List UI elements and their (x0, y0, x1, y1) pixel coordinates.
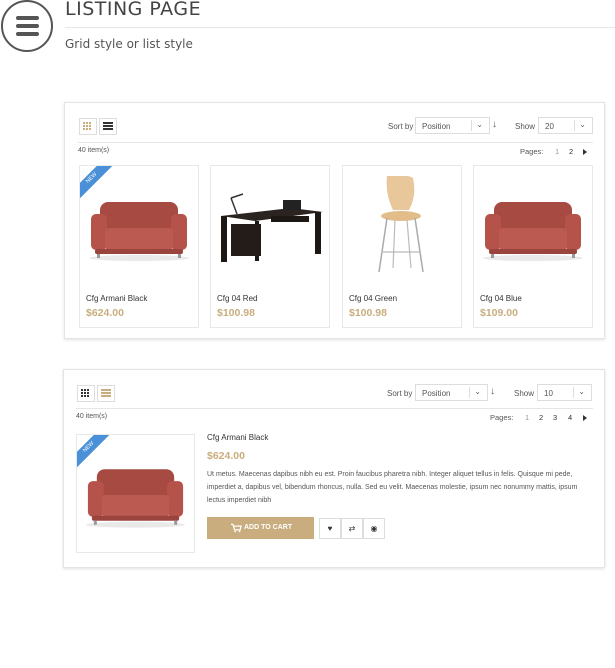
toolbar-divider (78, 142, 593, 143)
sort-direction-icon[interactable]: ↓ (492, 119, 497, 130)
product-price: $109.00 (480, 307, 518, 319)
next-page-arrow-icon[interactable] (583, 149, 587, 155)
page-link-4[interactable]: 4 (568, 413, 572, 422)
product-description: Ut metus. Maecenas dapibus nibh eu est. … (207, 471, 578, 504)
product-price: $100.98 (217, 307, 255, 319)
product-card[interactable]: NEW Cfg Armani Black $624.00 (79, 165, 199, 328)
product-image-desk[interactable] (211, 176, 329, 276)
product-name[interactable]: Cfg Armani Black (207, 433, 268, 442)
add-to-cart-label: ADD TO CART (244, 524, 293, 531)
eye-icon: ◉ (370, 524, 378, 533)
product-image-stool[interactable] (343, 176, 461, 276)
page-link-2[interactable]: 2 (569, 147, 573, 156)
compare-button[interactable]: ⇄ (341, 518, 363, 539)
list-view-icon (103, 122, 113, 131)
sort-by-select[interactable]: Position ⌄ (415, 117, 490, 134)
select-divider (573, 387, 574, 398)
page-link-1[interactable]: 1 (555, 147, 559, 156)
cart-icon (231, 523, 242, 533)
product-image-box[interactable]: NEW (76, 434, 195, 553)
product-card[interactable]: Cfg 04 Blue $109.00 (473, 165, 593, 328)
grid-view-button[interactable] (79, 118, 97, 135)
grid-view-button[interactable] (77, 385, 95, 402)
sort-by-label: Sort by (388, 122, 414, 131)
title-divider (65, 27, 615, 28)
chevron-down-icon: ⌄ (579, 120, 586, 129)
page-subtitle: Grid style or list style (65, 37, 193, 51)
next-page-arrow-icon[interactable] (583, 415, 587, 421)
quick-view-button[interactable]: ◉ (363, 518, 385, 539)
heart-icon: ♥ (327, 524, 333, 533)
wishlist-button[interactable]: ♥ (319, 518, 341, 539)
select-divider (469, 387, 470, 398)
item-count: 40 item(s) (76, 413, 108, 420)
show-label: Show (514, 389, 535, 398)
hamburger-icon-bar (16, 24, 39, 28)
sort-by-select[interactable]: Position ⌄ (415, 384, 488, 401)
grid-view-icon (83, 122, 93, 131)
product-image-sofa[interactable] (80, 176, 198, 276)
product-card[interactable]: Cfg 04 Red $100.98 (210, 165, 330, 328)
chevron-down-icon: ⌄ (474, 387, 481, 396)
sort-by-value: Position (422, 122, 451, 131)
select-divider (574, 120, 575, 131)
sort-direction-icon[interactable]: ↓ (490, 386, 495, 397)
page-link-2[interactable]: 2 (539, 413, 543, 422)
pages-label: Pages: (490, 413, 514, 422)
product-image-sofa[interactable] (474, 176, 592, 276)
compare-icon: ⇄ (348, 524, 356, 533)
toolbar-divider (76, 408, 593, 409)
list-view-button[interactable] (99, 118, 117, 135)
item-count: 40 item(s) (78, 147, 110, 154)
product-card[interactable]: Cfg 04 Green $100.98 (342, 165, 462, 328)
grid-listing-panel: Sort by Position ⌄ ↓ Show 20 ⌄ 40 item(s… (64, 102, 605, 339)
sort-by-label: Sort by (387, 389, 413, 398)
grid-view-icon (81, 389, 91, 398)
list-listing-panel: Sort by Position ⌄ ↓ Show 10 ⌄ 40 item(s… (63, 369, 605, 568)
show-count-select[interactable]: 20 ⌄ (538, 117, 593, 134)
menu-hamburger-button[interactable] (1, 0, 53, 52)
hamburger-icon-bar (16, 32, 39, 36)
page-link-1[interactable]: 1 (525, 413, 529, 422)
hamburger-icon (16, 16, 39, 20)
sort-by-value: Position (422, 389, 451, 398)
product-price: $624.00 (86, 307, 124, 319)
list-view-button[interactable] (97, 385, 115, 402)
product-name[interactable]: Cfg 04 Blue (480, 294, 522, 303)
page-link-3[interactable]: 3 (553, 413, 557, 422)
chevron-down-icon: ⌄ (578, 387, 585, 396)
product-name[interactable]: Cfg 04 Red (217, 294, 257, 303)
page-title: LISTING PAGE (65, 0, 202, 20)
pages-label: Pages: (520, 147, 544, 156)
add-to-cart-button[interactable]: ADD TO CART (207, 517, 314, 539)
product-price: $100.98 (349, 307, 387, 319)
show-count-select[interactable]: 10 ⌄ (537, 384, 592, 401)
show-count-value: 20 (545, 122, 554, 131)
chevron-down-icon: ⌄ (476, 120, 483, 129)
show-count-value: 10 (544, 389, 553, 398)
product-name[interactable]: Cfg 04 Green (349, 294, 397, 303)
show-label: Show (515, 122, 536, 131)
product-image-sofa[interactable] (77, 443, 194, 543)
product-name[interactable]: Cfg Armani Black (86, 294, 147, 303)
product-price: $624.00 (207, 450, 245, 462)
list-view-icon (101, 389, 111, 398)
select-divider (471, 120, 472, 131)
